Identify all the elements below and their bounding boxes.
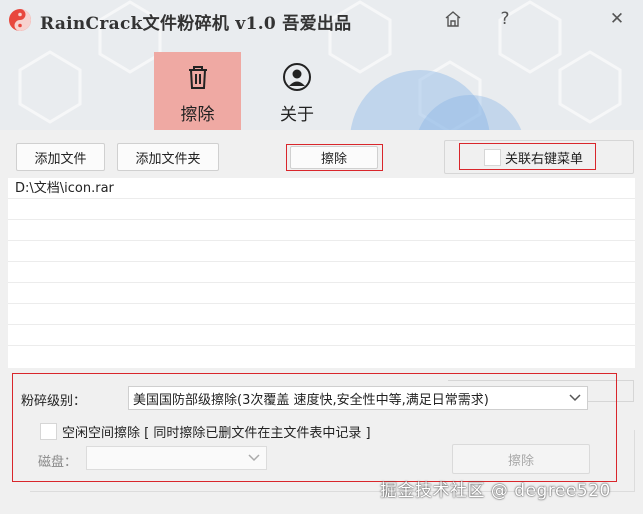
tab-about[interactable]: 关于 (255, 52, 339, 130)
add-file-button[interactable]: 添加文件 (16, 143, 105, 171)
add-folder-button[interactable]: 添加文件夹 (117, 143, 219, 171)
context-menu-label: 关联右键菜单 (505, 152, 584, 167)
chevron-down-icon (248, 454, 260, 462)
trash-icon (188, 66, 207, 89)
disk-select[interactable] (86, 446, 267, 470)
context-menu-checkbox[interactable] (484, 149, 501, 166)
tab-about-label: 关于 (280, 105, 314, 125)
app-header: RainCrack文件粉碎机 v1.0 吾爱出品 ? ✕ 擦除 关于 (0, 0, 643, 130)
list-item-empty (8, 325, 635, 346)
tab-erase-label: 擦除 (180, 105, 215, 125)
disk-erase-button[interactable]: 擦除 (452, 444, 590, 474)
level-select-value: 美国国防部级擦除(3次覆盖 速度快,安全性中等,满足日常需求) (133, 392, 489, 408)
list-item-empty (8, 304, 635, 325)
list-item-empty (8, 262, 635, 283)
level-select[interactable]: 美国国防部级擦除(3次覆盖 速度快,安全性中等,满足日常需求) (128, 386, 588, 410)
help-button[interactable]: ? (492, 6, 518, 32)
list-item[interactable]: D:\文档\icon.rar (8, 178, 635, 199)
disk-label: 磁盘： (38, 455, 78, 470)
list-item-empty (8, 283, 635, 304)
window-title: RainCrack文件粉碎机 v1.0 吾爱出品 (40, 14, 352, 34)
home-icon (445, 11, 461, 27)
close-button[interactable]: ✕ (604, 6, 630, 32)
chevron-down-icon (569, 394, 581, 402)
context-menu-checkbox-row[interactable]: 关联右键菜单 (484, 148, 583, 167)
watermark-text: 掘金技术社区 @ degree520 (380, 481, 611, 501)
list-item-empty (8, 220, 635, 241)
free-space-checkbox[interactable] (40, 423, 57, 440)
level-label: 粉碎级别： (21, 394, 87, 409)
home-button[interactable] (440, 6, 466, 32)
tab-erase[interactable]: 擦除 (154, 52, 241, 130)
free-space-label: 空闲空间擦除 [ 同时擦除已删文件在主文件表中记录 ] (62, 426, 371, 441)
list-item-empty (8, 241, 635, 262)
list-item-empty (8, 199, 635, 220)
app-logo-icon (9, 9, 31, 31)
erase-button[interactable]: 擦除 (290, 146, 378, 169)
file-list[interactable]: D:\文档\icon.rar (8, 178, 635, 368)
free-space-checkbox-row[interactable]: 空闲空间擦除 [ 同时擦除已删文件在主文件表中记录 ] (40, 422, 371, 441)
user-icon (283, 63, 311, 91)
